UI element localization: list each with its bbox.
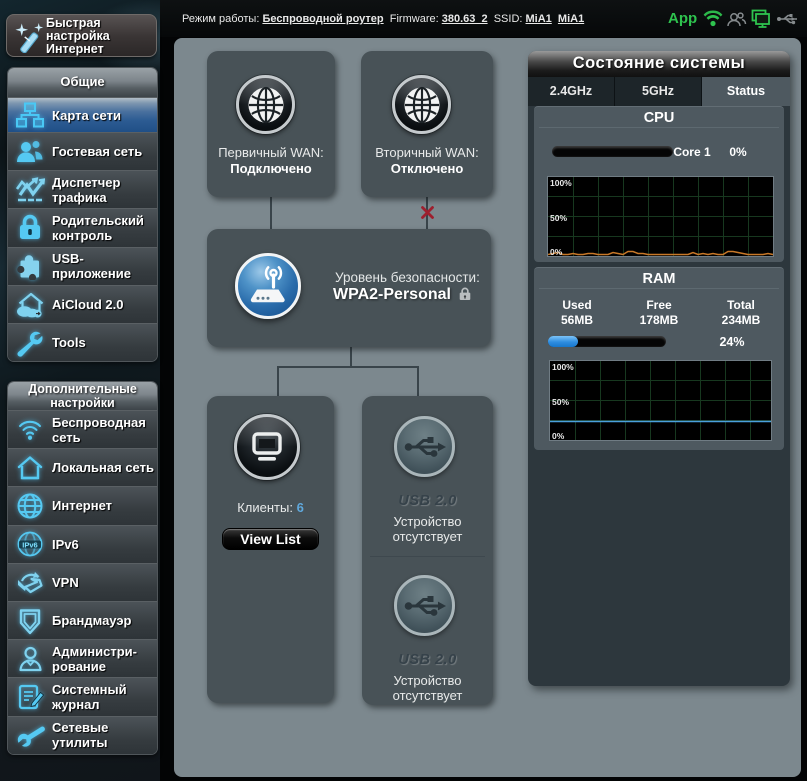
svg-text:IPv6: IPv6 bbox=[22, 540, 37, 549]
